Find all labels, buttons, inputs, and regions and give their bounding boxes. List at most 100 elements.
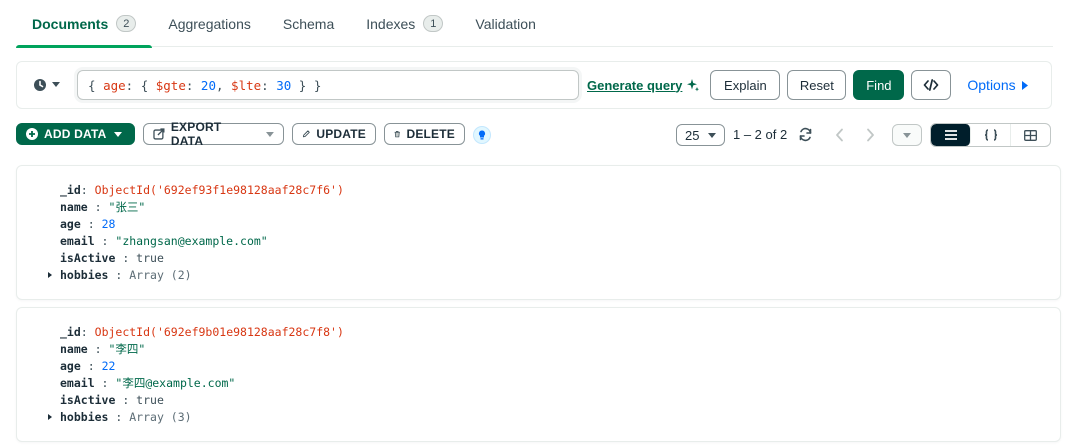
query-brace: } } [291, 77, 322, 93]
query-bar: { age : { $gte : 20 , $lte : 30 } } Gene… [16, 61, 1052, 109]
pencil-icon [302, 130, 310, 138]
field-value-string: "李四" [108, 342, 146, 356]
refresh-icon[interactable] [798, 127, 813, 142]
bulb-icon[interactable] [473, 126, 491, 144]
view-switcher [930, 123, 1051, 147]
delete-button[interactable]: DELETE [384, 123, 465, 145]
chevron-right-icon[interactable] [865, 128, 875, 142]
find-button[interactable]: Find [853, 70, 905, 100]
chevron-down-icon [903, 132, 911, 138]
field-separator: : [108, 410, 130, 424]
field-isactive: isActive : true [60, 392, 344, 409]
pagination-range: 1 – 2 of 2 [733, 127, 788, 142]
trash-icon [394, 131, 400, 138]
field-separator: : [94, 376, 116, 390]
field-value-objectid: ObjectId('692ef9b01e98128aaf28c7f8') [94, 325, 344, 339]
query-value-gte: 20 [200, 77, 216, 93]
table-view-button[interactable] [1011, 124, 1050, 146]
field-separator: : [80, 325, 95, 339]
generate-query-link[interactable]: Generate query [587, 78, 700, 93]
document-card[interactable]: _id: ObjectId('692ef9b01e98128aaf28c7f8'… [16, 307, 1061, 442]
list-view-icon [944, 130, 957, 140]
query-comma: , [215, 77, 232, 93]
field-value-array: Array (2) [129, 268, 192, 282]
field-separator: : [87, 200, 109, 214]
options-toggle[interactable]: Options [967, 77, 1028, 93]
field-key: name [60, 342, 88, 356]
json-view-button[interactable] [971, 124, 1011, 146]
chevron-down-icon [266, 131, 274, 137]
field-key: _id [60, 183, 81, 197]
chevron-down-icon [52, 82, 60, 87]
collection-tabs: Documents 2 Aggregations Schema Indexes … [16, 0, 1053, 48]
field-separator: : [80, 183, 95, 197]
tab-count-badge: 1 [423, 15, 444, 32]
tab-label: Aggregations [168, 15, 251, 32]
field-separator: : [94, 234, 116, 248]
field-isactive: isActive : true [60, 250, 344, 267]
query-colon: : [261, 77, 277, 93]
plus-circle-icon [26, 128, 38, 140]
tab-aggregations[interactable]: Aggregations [152, 0, 267, 47]
document-fields: _id: ObjectId('692ef9b01e98128aaf28c7f8'… [48, 324, 344, 426]
document-card[interactable]: _id: ObjectId('692ef93f1e98128aaf28c7f6'… [16, 165, 1061, 300]
tab-count-badge: 2 [116, 15, 137, 32]
field-separator: : [108, 268, 130, 282]
query-field: age [103, 77, 126, 93]
page-size-value: 25 [685, 127, 700, 143]
filter-query-input[interactable]: { age : { $gte : 20 , $lte : 30 } } [77, 70, 579, 100]
page-size-select[interactable]: 25 [676, 124, 725, 146]
field-separator: : [80, 359, 102, 373]
field-key: age [60, 217, 81, 231]
field-value-boolean: true [136, 251, 164, 265]
field-key: isActive [60, 393, 116, 407]
field-separator: : [115, 393, 137, 407]
field-value-string: "张三" [108, 200, 146, 214]
table-view-icon [1024, 129, 1037, 141]
export-data-button[interactable]: EXPORT DATA [143, 120, 284, 148]
field-key: _id [60, 325, 81, 339]
export-data-label: EXPORT DATA [170, 120, 222, 148]
expand-caret-icon[interactable] [48, 272, 52, 278]
document-actions-dropdown[interactable] [892, 124, 922, 146]
json-view-icon [984, 129, 997, 141]
chevron-left-icon[interactable] [835, 128, 845, 142]
tab-validation[interactable]: Validation [459, 0, 551, 47]
field-key: hobbies [60, 410, 109, 424]
reset-button[interactable]: Reset [787, 70, 847, 100]
field-id: _id: ObjectId('692ef93f1e98128aaf28c7f6'… [60, 182, 344, 199]
field-separator: : [87, 342, 109, 356]
field-hobbies[interactable]: hobbies : Array (2) [48, 267, 344, 284]
add-data-button[interactable]: ADD DATA [16, 123, 135, 145]
tab-label: Validation [475, 15, 536, 32]
field-value-number: 22 [101, 359, 116, 373]
field-key: isActive [60, 251, 116, 265]
field-value-array: Array (3) [129, 410, 192, 424]
field-value-boolean: true [136, 393, 164, 407]
field-hobbies[interactable]: hobbies : Array (3) [48, 409, 344, 426]
sparkle-icon [687, 79, 700, 92]
field-value-string: "zhangsan@example.com" [115, 234, 268, 248]
tab-indexes[interactable]: Indexes 1 [350, 0, 459, 47]
field-key: email [60, 234, 95, 248]
list-view-button[interactable] [931, 124, 971, 146]
export-code-button[interactable] [911, 70, 952, 100]
field-name: name : "李四" [60, 341, 344, 358]
field-value-objectid: ObjectId('692ef93f1e98128aaf28c7f6') [94, 183, 344, 197]
query-colon: : [185, 77, 201, 93]
tab-schema[interactable]: Schema [267, 0, 350, 47]
field-email: email : "zhangsan@example.com" [60, 233, 344, 250]
field-id: _id: ObjectId('692ef9b01e98128aaf28c7f8'… [60, 324, 344, 341]
field-key: email [60, 376, 95, 390]
reset-label: Reset [799, 77, 834, 93]
update-label: UPDATE [316, 127, 366, 141]
query-value-lte: 30 [276, 77, 292, 93]
expand-caret-icon[interactable] [48, 414, 52, 420]
history-clock-icon [34, 79, 46, 91]
update-button[interactable]: UPDATE [292, 123, 376, 145]
query-operator-lte: $lte [231, 77, 262, 93]
tab-documents[interactable]: Documents 2 [16, 0, 153, 48]
query-history-button[interactable] [25, 70, 73, 100]
query-operator-gte: $gte [155, 77, 186, 93]
explain-button[interactable]: Explain [710, 70, 781, 100]
